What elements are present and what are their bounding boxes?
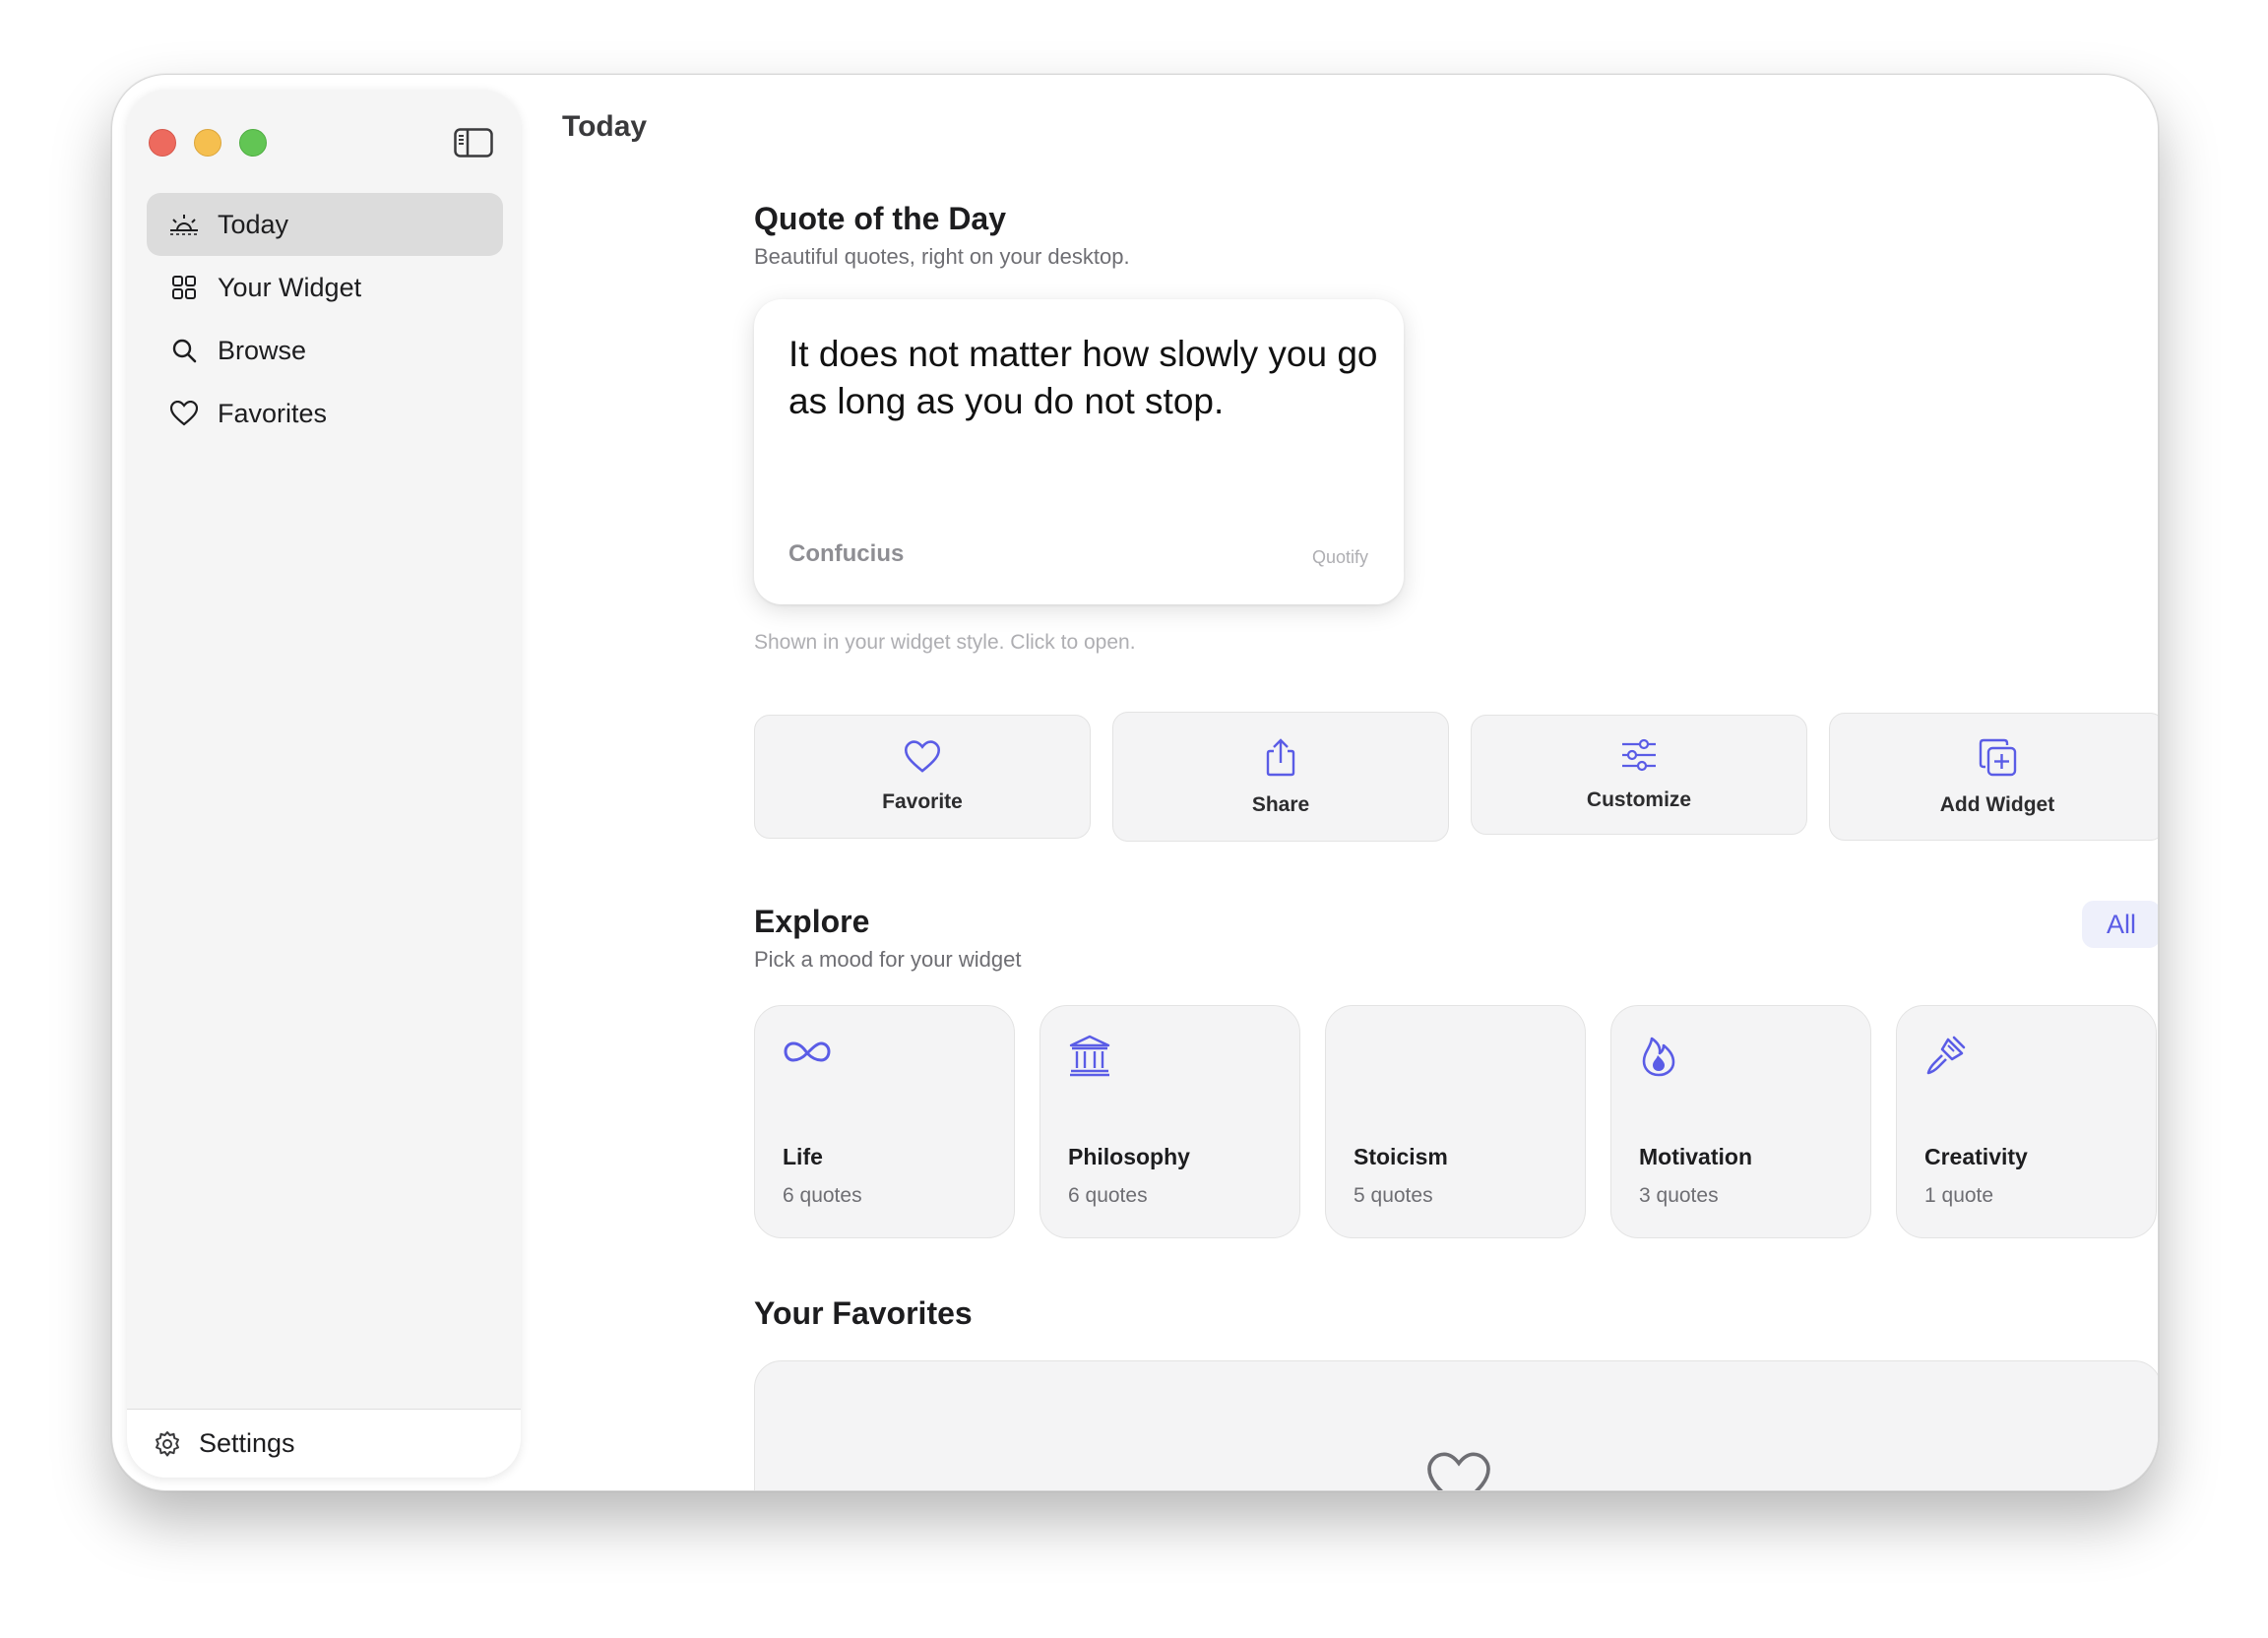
main-content: Today Quote of the Day Beautiful quotes,…: [521, 75, 2158, 1490]
all-categories-button[interactable]: All: [2082, 901, 2158, 948]
quote-section-subtitle: Beautiful quotes, right on your desktop.: [754, 244, 1130, 269]
sidebar-item-label: Your Widget: [218, 272, 362, 302]
add-widget-button[interactable]: Add Widget: [1829, 713, 2158, 841]
quote-card[interactable]: It does not matter how slowly you go as …: [754, 299, 1404, 604]
sidebar-toggle-icon[interactable]: [454, 128, 493, 162]
sidebar-item-label: Today: [218, 209, 289, 239]
sidebar-nav: Today Your Widget Browse Favorites: [147, 193, 503, 445]
widget-hint: Shown in your widget style. Click to ope…: [754, 631, 1136, 654]
grid-icon: [168, 272, 200, 303]
explore-subtitle: Pick a mood for your widget: [754, 947, 1022, 972]
category-name: Creativity: [1924, 1144, 2028, 1169]
category-name: Motivation: [1639, 1144, 1752, 1169]
sidebar-item-favorites[interactable]: Favorites: [147, 382, 503, 445]
share-button[interactable]: Share: [1112, 712, 1449, 842]
app-window: Today Your Widget Browse Favorites Setti…: [111, 74, 2159, 1491]
favorite-label: Favorite: [882, 789, 963, 813]
category-card-philosophy[interactable]: Philosophy 6 quotes: [1040, 1005, 1300, 1238]
category-card-life[interactable]: Life 6 quotes: [754, 1005, 1015, 1238]
infinity-icon: [783, 1034, 832, 1083]
sidebar-item-today[interactable]: Today: [147, 193, 503, 256]
page-title: Today: [562, 110, 648, 143]
sunrise-icon: [168, 209, 200, 240]
sidebar-item-browse[interactable]: Browse: [147, 319, 503, 382]
category-name: Philosophy: [1068, 1144, 1190, 1169]
add-widget-icon: [1978, 737, 2017, 782]
category-carousel: Life 6 quotes Philosophy 6 quotes Stoici…: [754, 1000, 2158, 1246]
category-count: 5 quotes: [1354, 1184, 1433, 1207]
flame-icon: [1639, 1034, 1688, 1083]
favorites-title: Your Favorites: [754, 1295, 973, 1331]
category-name: Life: [783, 1144, 823, 1169]
sidebar: Today Your Widget Browse Favorites Setti…: [127, 90, 521, 1478]
category-name: Stoicism: [1354, 1144, 1448, 1169]
paintbrush-icon: [1924, 1034, 1974, 1083]
share-label: Share: [1251, 792, 1310, 816]
zoom-window-button[interactable]: [239, 129, 267, 157]
close-window-button[interactable]: [149, 129, 176, 157]
customize-button[interactable]: Customize: [1471, 715, 1807, 835]
gear-icon: [152, 1428, 183, 1460]
search-icon: [168, 335, 200, 366]
category-count: 6 quotes: [1068, 1184, 1148, 1207]
category-count: 3 quotes: [1639, 1184, 1719, 1207]
sliders-icon: [1620, 738, 1658, 777]
favorite-button[interactable]: Favorite: [754, 715, 1091, 839]
minimize-window-button[interactable]: [194, 129, 221, 157]
brand-label: Quotify: [1311, 547, 1368, 567]
favorites-empty-state: [754, 1360, 2158, 1490]
share-icon: [1264, 737, 1297, 782]
sidebar-item-label: Browse: [218, 335, 307, 365]
sidebar-item-label: Favorites: [218, 398, 328, 428]
category-card-creativity[interactable]: Creativity 1 quote: [1896, 1005, 2157, 1238]
heart-icon: [904, 739, 941, 779]
add-widget-label: Add Widget: [1939, 792, 2055, 816]
category-count: 1 quote: [1924, 1184, 1994, 1207]
category-card-motivation[interactable]: Motivation 3 quotes: [1610, 1005, 1871, 1238]
customize-label: Customize: [1586, 788, 1692, 811]
quote-section-title: Quote of the Day: [754, 201, 1007, 236]
quote-text: It does not matter how slowly you go as …: [788, 334, 1378, 421]
settings-label: Settings: [199, 1428, 295, 1458]
heart-icon: [168, 398, 200, 429]
category-count: 6 quotes: [783, 1184, 862, 1207]
heart-icon: [1426, 1452, 1491, 1490]
quote-author: Confucius: [788, 540, 905, 567]
category-card-stoicism[interactable]: Stoicism 5 quotes: [1325, 1005, 1586, 1238]
columns-icon: [1068, 1034, 1117, 1083]
settings-button[interactable]: Settings: [127, 1409, 521, 1478]
explore-title: Explore: [754, 904, 870, 939]
sidebar-item-your-widget[interactable]: Your Widget: [147, 256, 503, 319]
